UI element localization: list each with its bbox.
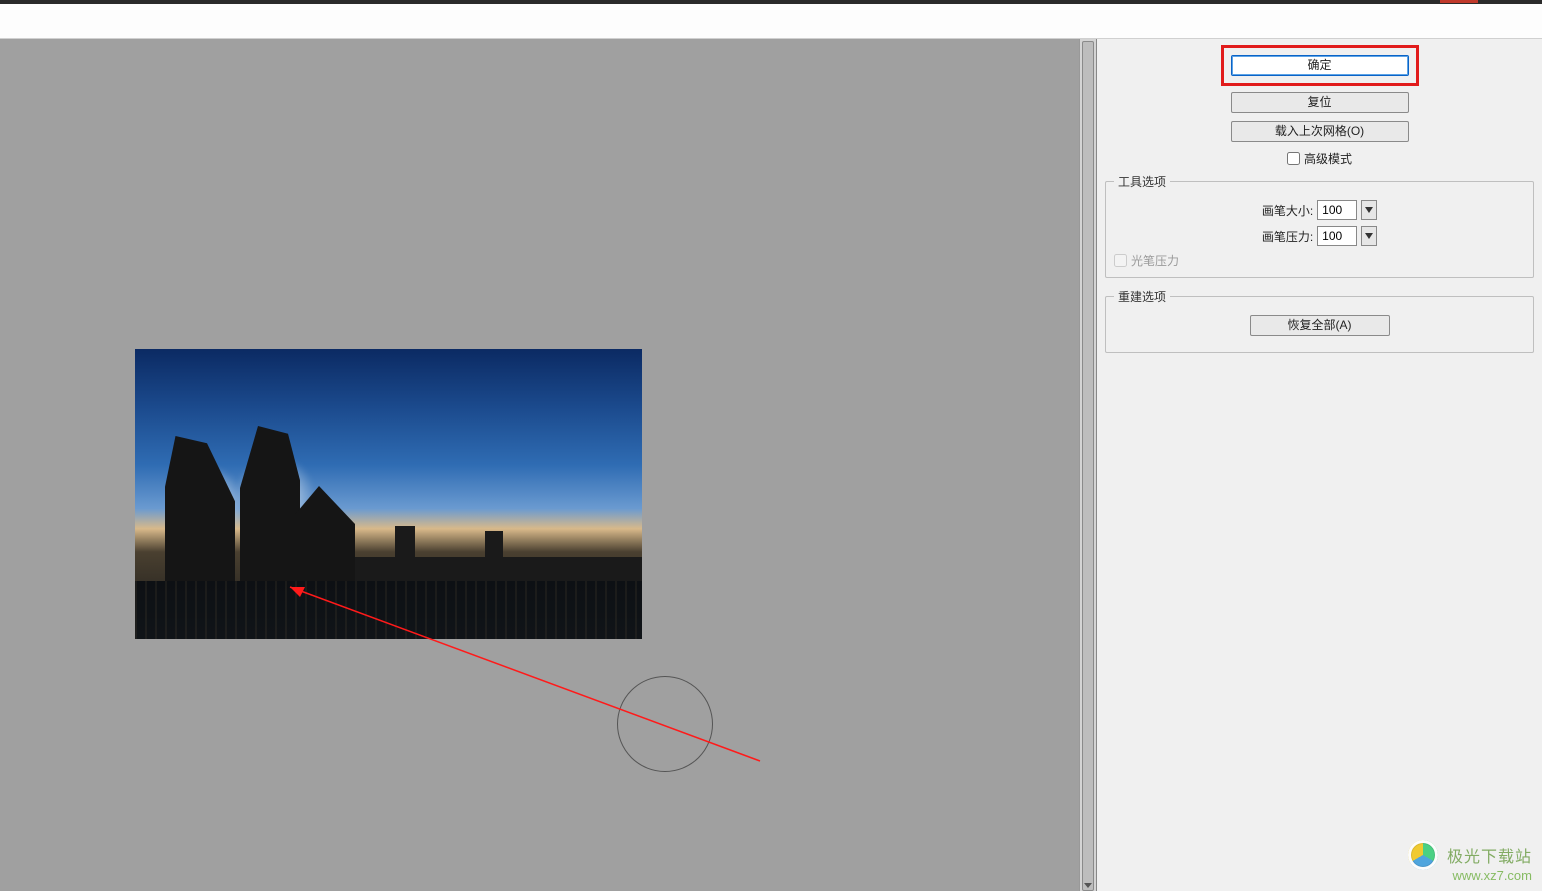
restore-all-button[interactable]: 恢复全部(A) [1250,315,1390,336]
watermark: 极光下载站 www.xz7.com [1408,840,1532,883]
watermark-logo-icon [1408,840,1438,870]
brush-cursor [617,676,713,772]
advanced-mode-checkbox[interactable] [1287,152,1300,165]
stylus-pressure-row: 光笔压力 [1114,252,1525,269]
canvas-image[interactable] [135,349,642,639]
load-last-mesh-button[interactable]: 载入上次网格(O) [1231,121,1409,142]
skyline-silhouette [355,541,642,581]
brush-size-label: 画笔大小: [1262,202,1313,219]
rebuild-options-legend: 重建选项 [1114,288,1170,305]
vertical-scrollbar[interactable] [1079,39,1096,891]
brush-pressure-input[interactable] [1317,226,1357,246]
chevron-down-icon [1365,233,1373,239]
window-close-hint [1440,0,1478,3]
tool-options-group: 工具选项 画笔大小: 画笔压力: 光笔压力 [1105,173,1534,278]
main-area: 确定 复位 载入上次网格(O) 高级模式 工具选项 画笔大小: 画笔压力: [0,39,1542,891]
reset-button[interactable]: 复位 [1231,92,1409,113]
stylus-pressure-checkbox [1114,254,1127,267]
brush-size-input[interactable] [1317,200,1357,220]
brush-pressure-row: 画笔压力: [1114,226,1525,246]
brush-pressure-label: 画笔压力: [1262,228,1313,245]
brush-pressure-dropdown[interactable] [1361,226,1377,246]
building-silhouette [240,426,300,581]
water-reflection [135,581,642,639]
scroll-down-icon[interactable] [1084,883,1092,888]
building-silhouette [165,436,235,581]
watermark-url: www.xz7.com [1408,868,1532,883]
chevron-down-icon [1365,207,1373,213]
brush-size-row: 画笔大小: [1114,200,1525,220]
menu-bar [0,4,1542,39]
advanced-mode-row: 高级模式 [1105,150,1534,167]
title-bar [0,0,1542,4]
options-panel: 确定 复位 载入上次网格(O) 高级模式 工具选项 画笔大小: 画笔压力: [1097,39,1542,891]
ok-button[interactable]: 确定 [1231,55,1409,76]
canvas-region[interactable] [0,39,1097,891]
stylus-pressure-label: 光笔压力 [1131,252,1179,269]
watermark-text: 极光下载站 [1447,843,1532,867]
annotation-highlight: 确定 [1221,45,1419,86]
scrollbar-thumb[interactable] [1082,41,1094,891]
rebuild-options-group: 重建选项 恢复全部(A) [1105,288,1534,353]
advanced-mode-label: 高级模式 [1304,150,1352,167]
tool-options-legend: 工具选项 [1114,173,1170,190]
brush-size-dropdown[interactable] [1361,200,1377,220]
